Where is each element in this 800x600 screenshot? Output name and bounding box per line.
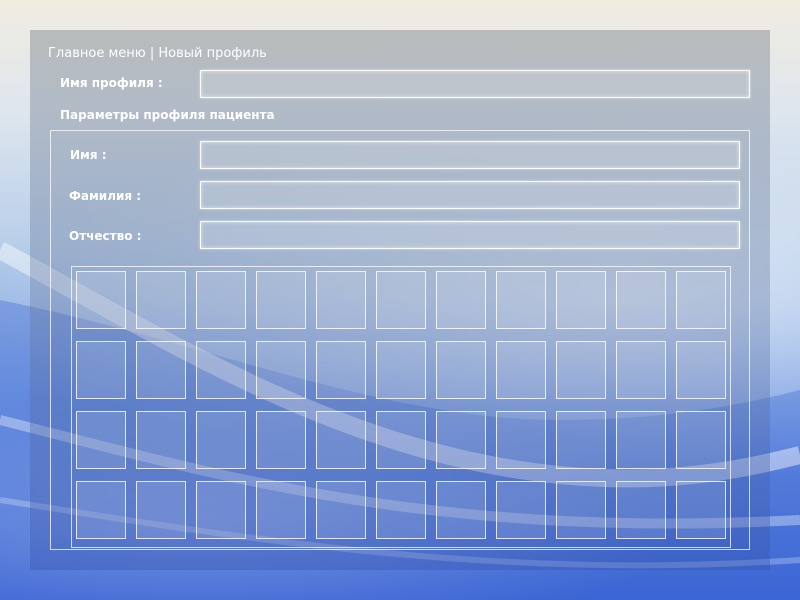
patient-params-title: Параметры профиля пациента: [60, 108, 275, 122]
desktop-background: Главное меню | Новый профиль Имя профиля…: [0, 0, 800, 600]
grid-cell[interactable]: [136, 411, 186, 469]
patient-params-group: Имя : Фамилия : Отчество :: [50, 130, 750, 550]
patronymic-input[interactable]: [200, 221, 740, 249]
grid-cell[interactable]: [556, 481, 606, 539]
first-name-label: Имя :: [70, 148, 107, 162]
grid-cell[interactable]: [316, 271, 366, 329]
grid-cell[interactable]: [196, 481, 246, 539]
grid-cell[interactable]: [76, 341, 126, 399]
grid-cell[interactable]: [436, 481, 486, 539]
grid-cell[interactable]: [616, 481, 666, 539]
grid-cell[interactable]: [496, 271, 546, 329]
grid-cell[interactable]: [136, 481, 186, 539]
last-name-label: Фамилия :: [69, 189, 142, 203]
new-profile-panel: Главное меню | Новый профиль Имя профиля…: [30, 30, 770, 570]
grid-cell[interactable]: [436, 341, 486, 399]
grid-cell[interactable]: [496, 481, 546, 539]
grid-cell[interactable]: [676, 411, 726, 469]
grid-cell[interactable]: [196, 271, 246, 329]
grid-cell[interactable]: [316, 341, 366, 399]
grid-cell[interactable]: [616, 411, 666, 469]
grid-cell[interactable]: [676, 481, 726, 539]
profile-name-input[interactable]: [200, 70, 750, 98]
grid-cell[interactable]: [376, 411, 426, 469]
grid-cell[interactable]: [556, 411, 606, 469]
grid-cell[interactable]: [256, 411, 306, 469]
grid-cell[interactable]: [376, 481, 426, 539]
grid-cell[interactable]: [496, 411, 546, 469]
grid-cell[interactable]: [256, 271, 306, 329]
last-name-input[interactable]: [200, 181, 740, 209]
grid-cell[interactable]: [196, 411, 246, 469]
grid-cell[interactable]: [76, 411, 126, 469]
grid-cell[interactable]: [616, 341, 666, 399]
grid-cell[interactable]: [136, 341, 186, 399]
breadcrumb[interactable]: Главное меню | Новый профиль: [48, 46, 267, 61]
grid-cell[interactable]: [676, 271, 726, 329]
grid-cell[interactable]: [436, 411, 486, 469]
grid-cell[interactable]: [316, 411, 366, 469]
first-name-input[interactable]: [200, 141, 740, 169]
grid-cell[interactable]: [556, 341, 606, 399]
grid-cell[interactable]: [376, 271, 426, 329]
patronymic-label: Отчество :: [69, 229, 142, 243]
grid-cell[interactable]: [256, 341, 306, 399]
grid-cell[interactable]: [76, 481, 126, 539]
grid-cell[interactable]: [256, 481, 306, 539]
grid-cell[interactable]: [76, 271, 126, 329]
grid-cell[interactable]: [556, 271, 606, 329]
grid-cell[interactable]: [316, 481, 366, 539]
image-grid: [71, 266, 731, 548]
grid-cell[interactable]: [136, 271, 186, 329]
grid-cell[interactable]: [376, 341, 426, 399]
grid-cell[interactable]: [496, 341, 546, 399]
grid-cell[interactable]: [196, 341, 246, 399]
grid-cell[interactable]: [616, 271, 666, 329]
grid-cell[interactable]: [676, 341, 726, 399]
profile-name-label: Имя профиля :: [60, 76, 163, 90]
grid-cell[interactable]: [436, 271, 486, 329]
